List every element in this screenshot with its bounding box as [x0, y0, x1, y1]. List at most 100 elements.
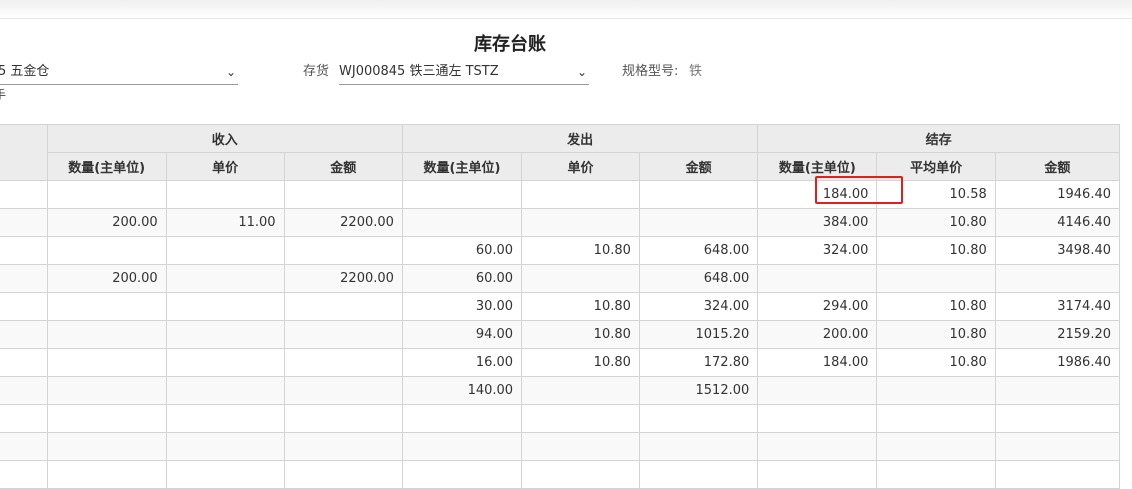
highlight-box [815, 176, 903, 204]
table-cell [165, 292, 285, 321]
table-cell: 294.00 [757, 292, 878, 321]
table-row[interactable]: 200.00 2200.00 60.00 648.00 [0, 264, 1121, 293]
column-header: 金额 [283, 152, 403, 181]
spec-label: 规格型号: [622, 64, 679, 79]
table-cell [283, 348, 403, 377]
inventory-select[interactable]: WJ000845 铁三通左 TSTZ ⌄ [339, 60, 589, 85]
table-cell [283, 320, 403, 349]
table-cell: 2200.00 [283, 208, 403, 237]
row-lead-cell [0, 292, 48, 321]
table-cell: 94.00 [401, 320, 523, 349]
table-row[interactable]: 200.00 11.00 2200.00 384.00 10.80 4146.40 [0, 208, 1121, 237]
table-cell: 10.80 [521, 292, 640, 321]
page-title: 库存台账 [474, 34, 546, 55]
top-toolbar-shadow [0, 0, 1132, 19]
table-cell: 3498.40 [994, 236, 1121, 265]
table-row[interactable] [0, 432, 1121, 461]
table-cell: 10.80 [521, 320, 640, 349]
table-cell [46, 292, 167, 321]
table-cell: 172.80 [638, 348, 759, 377]
table-cell [165, 376, 285, 405]
row-lead-cell [0, 208, 48, 237]
table-row[interactable] [0, 460, 1121, 489]
table-cell: 60.00 [401, 236, 523, 265]
table-cell [401, 180, 523, 209]
table-cell [521, 264, 640, 293]
chevron-down-icon: ⌄ [576, 65, 587, 79]
table-cell [46, 180, 167, 209]
table-cell: 10.80 [876, 348, 996, 377]
table-cell: 10.80 [876, 292, 996, 321]
group-issue: 发出 [401, 124, 759, 153]
table-cell: 4146.40 [994, 208, 1121, 237]
table-cell: 1512.00 [638, 376, 759, 405]
table-row[interactable] [0, 404, 1121, 433]
table-cell [401, 404, 523, 433]
table-cell [46, 236, 167, 265]
table-cell: 324.00 [638, 292, 759, 321]
warehouse-select[interactable]: 5 五金仓 ⌄ [0, 60, 238, 85]
table-cell [46, 432, 167, 461]
row-lead-cell [0, 180, 48, 209]
table-cell [638, 180, 759, 209]
table-cell [283, 460, 403, 489]
ledger-table: 收入 发出 结存 数量(主单位) 单价 金额 数量(主单位) 单价 金额 数量(主单位) 平均… [0, 124, 1121, 489]
table-row[interactable]: 16.00 10.80 172.80 184.00 10.80 1986.40 [0, 348, 1121, 377]
table-cell: 10.80 [521, 236, 640, 265]
table-cell [283, 432, 403, 461]
table-cell: 1015.20 [638, 320, 759, 349]
row-lead-cell [0, 348, 48, 377]
table-cell [165, 236, 285, 265]
group-balance: 结存 [757, 124, 1120, 153]
table-cell [757, 376, 878, 405]
table-cell: 140.00 [401, 376, 523, 405]
table-cell [876, 376, 996, 405]
table-cell [46, 376, 167, 405]
column-header: 单价 [165, 152, 285, 181]
table-cell: 2200.00 [283, 264, 403, 293]
column-header: 数量(主单位) [401, 152, 523, 181]
row-lead-cell [0, 404, 48, 433]
table-cell: 16.00 [401, 348, 523, 377]
table-cell: 10.80 [521, 348, 640, 377]
table-row[interactable]: 184.00 10.58 1946.40 [0, 180, 1121, 209]
table-cell [283, 236, 403, 265]
table-cell [521, 404, 640, 433]
table-cell: 324.00 [757, 236, 878, 265]
table-row[interactable]: 140.00 1512.00 [0, 376, 1121, 405]
table-cell: 200.00 [46, 208, 167, 237]
table-cell [165, 460, 285, 489]
table-cell [757, 264, 878, 293]
table-cell [638, 432, 759, 461]
row-lead-cell [0, 320, 48, 349]
table-cell [638, 208, 759, 237]
warehouse-value: 5 五金仓 [0, 64, 50, 79]
table-cell [46, 460, 167, 489]
table-row[interactable]: 60.00 10.80 648.00 324.00 10.80 3498.40 [0, 236, 1121, 265]
table-cell [46, 404, 167, 433]
table-cell [876, 404, 996, 433]
table-cell [283, 180, 403, 209]
table-cell: 384.00 [757, 208, 878, 237]
row-lead-cell [0, 432, 48, 461]
table-cell: 10.80 [876, 236, 996, 265]
table-cell [876, 432, 996, 461]
table-cell [165, 432, 285, 461]
row-lead-cell [0, 376, 48, 405]
table-row[interactable]: 30.00 10.80 324.00 294.00 10.80 3174.40 [0, 292, 1121, 321]
table-cell [401, 208, 523, 237]
table-cell [638, 404, 759, 433]
table-cell [521, 180, 640, 209]
table-cell [283, 376, 403, 405]
cut-off-label: 手 [0, 88, 7, 102]
table-cell [165, 264, 285, 293]
table-row[interactable]: 94.00 10.80 1015.20 200.00 10.80 2159.20 [0, 320, 1121, 349]
column-header: 金额 [638, 152, 759, 181]
table-cell [46, 348, 167, 377]
row-lead-cell [0, 460, 48, 489]
table-cell: 200.00 [46, 264, 167, 293]
table-cell: 2159.20 [994, 320, 1121, 349]
table-cell: 200.00 [757, 320, 878, 349]
table-cell [521, 208, 640, 237]
table-cell [757, 432, 878, 461]
